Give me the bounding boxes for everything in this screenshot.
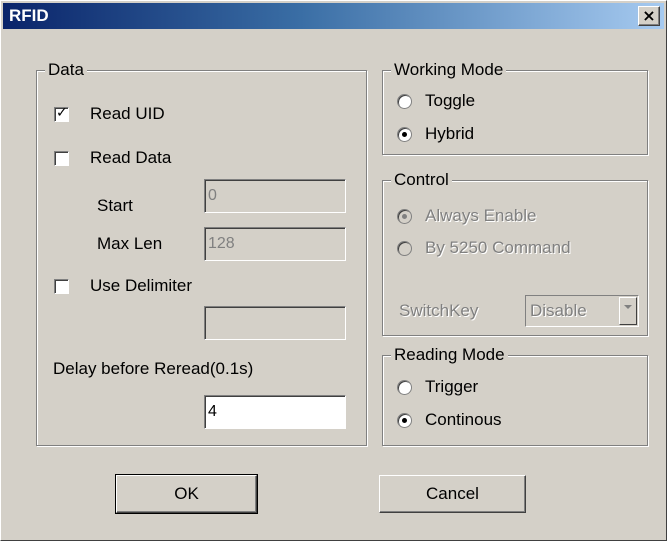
delay-input[interactable]	[204, 395, 346, 429]
data-group-legend: Data	[45, 60, 87, 80]
hybrid-label[interactable]: Hybrid	[425, 124, 474, 144]
hybrid-radio[interactable]	[397, 127, 412, 142]
chevron-down-icon	[619, 297, 637, 325]
control-legend: Control	[391, 170, 452, 190]
trigger-radio[interactable]	[397, 380, 412, 395]
reading-mode-group: Reading Mode	[382, 345, 648, 446]
by-5250-command-radio	[397, 241, 412, 256]
close-button[interactable]: ×	[638, 6, 660, 26]
switchkey-value: Disable	[530, 301, 587, 320]
max-len-label: Max Len	[97, 234, 163, 253]
rfid-dialog: RFID × Data ✓ Read UID Read Data Start M…	[0, 0, 667, 541]
always-enable-label: Always Enable	[425, 206, 537, 225]
title-bar[interactable]: RFID ×	[3, 3, 664, 29]
read-data-label[interactable]: Read Data	[90, 148, 171, 168]
read-uid-checkbox[interactable]: ✓	[54, 105, 69, 122]
window-title: RFID	[9, 6, 49, 25]
read-data-checkbox[interactable]	[54, 151, 69, 166]
cancel-button-label: Cancel	[426, 484, 479, 503]
use-delimiter-label[interactable]: Use Delimiter	[90, 276, 192, 296]
switchkey-select: Disable	[525, 295, 639, 327]
radio-dot-icon	[402, 418, 407, 423]
ok-button[interactable]: OK	[115, 474, 258, 514]
start-input	[204, 179, 346, 213]
toggle-label[interactable]: Toggle	[425, 91, 475, 111]
radio-dot-icon	[402, 132, 407, 137]
close-icon: ×	[642, 6, 656, 25]
reading-mode-legend: Reading Mode	[391, 345, 508, 365]
radio-dot-icon	[402, 214, 407, 219]
read-uid-label[interactable]: Read UID	[90, 104, 165, 124]
delay-label: Delay before Reread(0.1s)	[53, 359, 254, 378]
toggle-radio[interactable]	[397, 94, 412, 109]
working-mode-group: Working Mode	[382, 60, 648, 155]
always-enable-radio	[397, 209, 412, 224]
trigger-label[interactable]: Trigger	[425, 377, 478, 397]
max-len-input	[204, 227, 346, 261]
switchkey-label: SwitchKey	[399, 301, 479, 320]
by-5250-command-label: By 5250 Command	[425, 238, 571, 257]
ok-button-label: OK	[174, 484, 199, 503]
start-label: Start	[97, 196, 133, 215]
working-mode-legend: Working Mode	[391, 60, 507, 80]
use-delimiter-checkbox[interactable]	[54, 279, 69, 294]
continous-radio[interactable]	[397, 413, 412, 428]
continous-label[interactable]: Continous	[425, 410, 502, 430]
checkmark-icon: ✓	[56, 105, 68, 121]
delimiter-input	[204, 306, 346, 340]
cancel-button[interactable]: Cancel	[379, 475, 526, 513]
